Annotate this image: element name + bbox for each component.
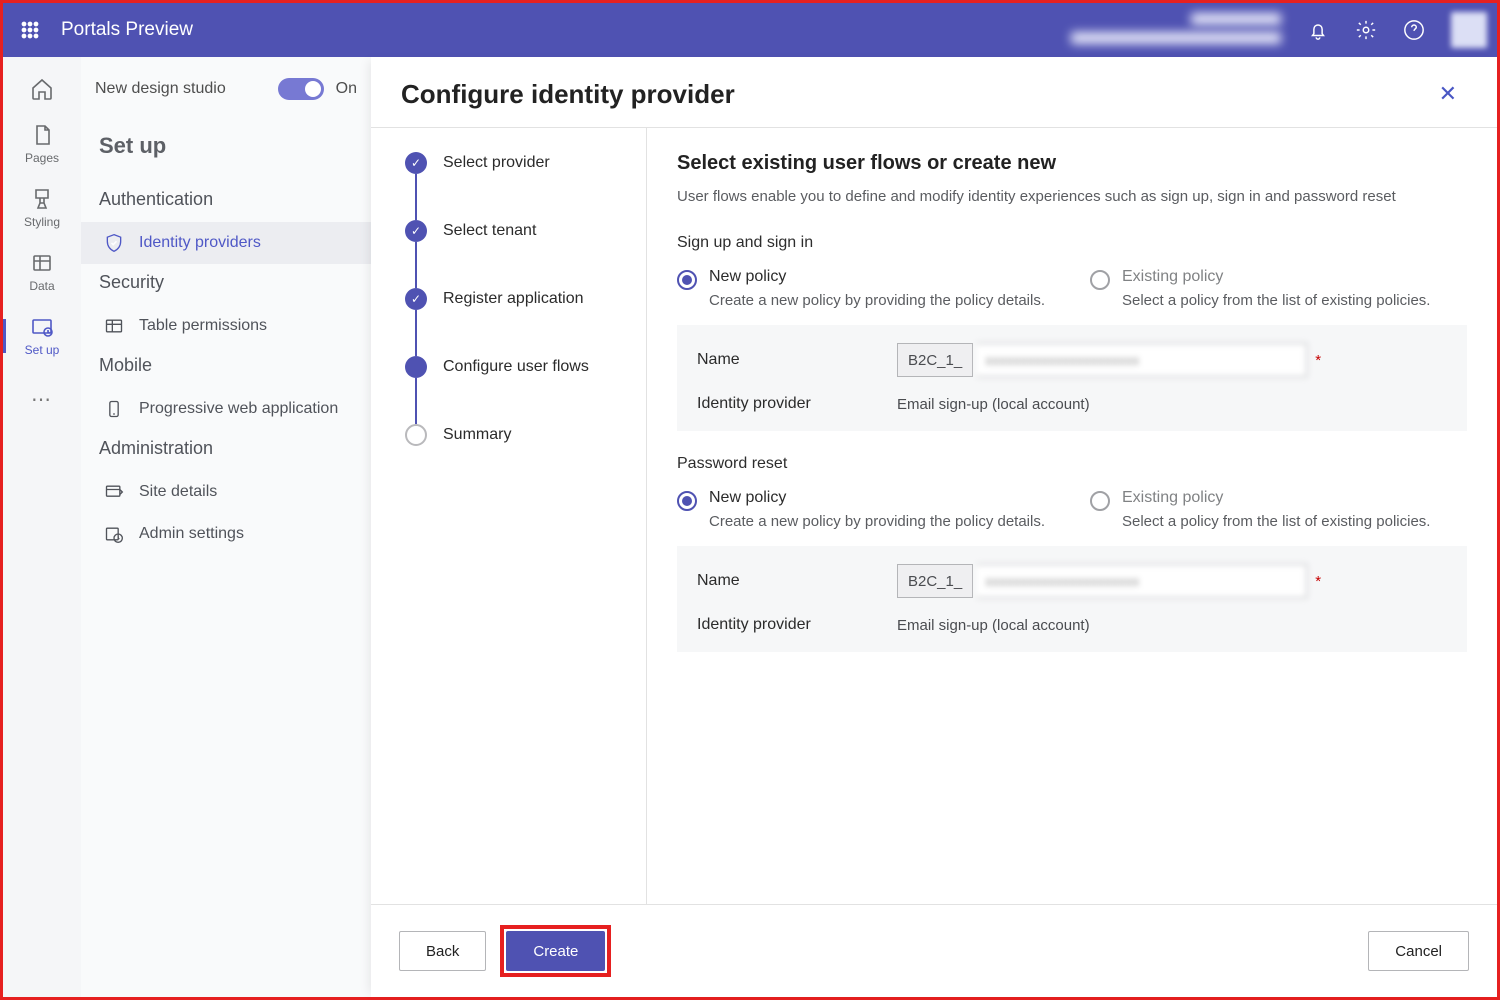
bell-icon[interactable] bbox=[1307, 19, 1329, 41]
nav-admin-settings-label: Admin settings bbox=[139, 525, 244, 543]
nav-identity-providers-label: Identity providers bbox=[139, 234, 261, 252]
toggle-label: New design studio bbox=[95, 80, 226, 98]
main-panel: Configure identity provider ✕ Select pro… bbox=[371, 57, 1497, 997]
design-studio-toggle-row: New design studio On bbox=[81, 57, 371, 121]
table-icon bbox=[103, 315, 125, 337]
admin-icon bbox=[103, 523, 125, 545]
signin-name-prefix: B2C_1_ bbox=[897, 343, 973, 377]
rail-pages-label: Pages bbox=[25, 151, 59, 165]
back-button[interactable]: Back bbox=[399, 931, 486, 971]
radio-off-icon bbox=[1090, 491, 1110, 511]
pwd-section-label: Password reset bbox=[677, 455, 1467, 473]
step-configure-user-flows[interactable]: Configure user flows bbox=[405, 356, 646, 424]
nav-table-permissions[interactable]: Table permissions bbox=[81, 305, 371, 347]
radio-on-icon bbox=[677, 270, 697, 290]
pwd-name-prefix: B2C_1_ bbox=[897, 564, 973, 598]
signin-section-label: Sign up and sign in bbox=[677, 234, 1467, 252]
nav-site-details[interactable]: Site details bbox=[81, 471, 371, 513]
form-desc: User flows enable you to define and modi… bbox=[677, 185, 1467, 208]
group-security: Security bbox=[81, 264, 371, 305]
radio-on-icon bbox=[677, 491, 697, 511]
rail-styling[interactable]: Styling bbox=[3, 187, 81, 229]
sidebar-title: Set up bbox=[81, 121, 371, 181]
group-auth: Authentication bbox=[81, 181, 371, 222]
nav-site-details-label: Site details bbox=[139, 483, 217, 501]
pwd-policy-block: Name B2C_1_ * Identity provider Email si… bbox=[677, 546, 1467, 652]
signin-new-policy-option[interactable]: New policy Create a new policy by provid… bbox=[677, 268, 1054, 311]
nav-pwa-label: Progressive web application bbox=[139, 400, 338, 418]
nav-pwa[interactable]: Progressive web application bbox=[81, 388, 371, 430]
help-icon[interactable] bbox=[1403, 19, 1425, 41]
sidebar: New design studio On Set up Authenticati… bbox=[81, 57, 371, 997]
phone-icon bbox=[103, 398, 125, 420]
signin-policy-block: Name B2C_1_ * Identity provider Email si… bbox=[677, 325, 1467, 431]
rail-pages[interactable]: Pages bbox=[3, 123, 81, 165]
nav-identity-providers[interactable]: Identity providers bbox=[81, 222, 371, 264]
home-icon bbox=[30, 77, 54, 101]
step-summary[interactable]: Summary bbox=[405, 424, 646, 492]
left-rail: Pages Styling Data Set up ⋯ bbox=[3, 57, 81, 997]
group-mobile: Mobile bbox=[81, 347, 371, 388]
signin-idp-value: Email sign-up (local account) bbox=[897, 396, 1447, 413]
gear-icon[interactable] bbox=[1355, 19, 1377, 41]
signin-existing-policy-option[interactable]: Existing policy Select a policy from the… bbox=[1090, 268, 1467, 311]
panel-footer: Back Create Cancel bbox=[371, 904, 1497, 997]
signin-idp-label: Identity provider bbox=[697, 395, 897, 413]
pwd-new-policy-option[interactable]: New policy Create a new policy by provid… bbox=[677, 489, 1054, 532]
rail-styling-label: Styling bbox=[24, 215, 60, 229]
signin-name-input[interactable] bbox=[977, 343, 1307, 377]
form-area: Select existing user flows or create new… bbox=[647, 128, 1497, 904]
rail-setup-label: Set up bbox=[25, 343, 60, 357]
pwd-idp-label: Identity provider bbox=[697, 616, 897, 634]
step-register-app[interactable]: Register application bbox=[405, 288, 646, 356]
form-heading: Select existing user flows or create new bbox=[677, 152, 1467, 175]
cancel-button[interactable]: Cancel bbox=[1368, 931, 1469, 971]
radio-off-icon bbox=[1090, 270, 1110, 290]
nav-table-permissions-label: Table permissions bbox=[139, 317, 267, 335]
create-button[interactable]: Create bbox=[506, 931, 605, 971]
toggle-state: On bbox=[336, 80, 357, 98]
data-icon bbox=[30, 251, 54, 275]
close-icon[interactable]: ✕ bbox=[1429, 77, 1467, 111]
rail-setup[interactable]: Set up bbox=[3, 315, 81, 357]
pwd-idp-value: Email sign-up (local account) bbox=[897, 617, 1447, 634]
step-select-provider[interactable]: Select provider bbox=[405, 152, 646, 220]
site-icon bbox=[103, 481, 125, 503]
topbar: Portals Preview bbox=[3, 3, 1497, 57]
app-title: Portals Preview bbox=[61, 19, 193, 41]
rail-data[interactable]: Data bbox=[3, 251, 81, 293]
pages-icon bbox=[30, 123, 54, 147]
pwd-name-input[interactable] bbox=[977, 564, 1307, 598]
step-select-tenant[interactable]: Select tenant bbox=[405, 220, 646, 288]
setup-icon bbox=[30, 315, 54, 339]
group-admin: Administration bbox=[81, 430, 371, 471]
pwd-name-label: Name bbox=[697, 572, 897, 590]
rail-more[interactable]: ⋯ bbox=[31, 387, 53, 412]
avatar[interactable] bbox=[1451, 12, 1487, 48]
nav-admin-settings[interactable]: Admin settings bbox=[81, 513, 371, 555]
pwd-existing-policy-option[interactable]: Existing policy Select a policy from the… bbox=[1090, 489, 1467, 532]
signin-name-label: Name bbox=[697, 351, 897, 369]
create-button-highlight: Create bbox=[500, 925, 611, 977]
app-launcher-icon[interactable] bbox=[13, 13, 47, 47]
panel-title: Configure identity provider bbox=[401, 79, 735, 110]
rail-data-label: Data bbox=[29, 279, 54, 293]
brush-icon bbox=[30, 187, 54, 211]
wizard-steps: Select provider Select tenant Register a… bbox=[371, 128, 647, 904]
rail-home[interactable] bbox=[3, 77, 81, 101]
design-studio-toggle[interactable] bbox=[278, 78, 324, 100]
shield-icon bbox=[103, 232, 125, 254]
topbar-right bbox=[1071, 12, 1487, 48]
